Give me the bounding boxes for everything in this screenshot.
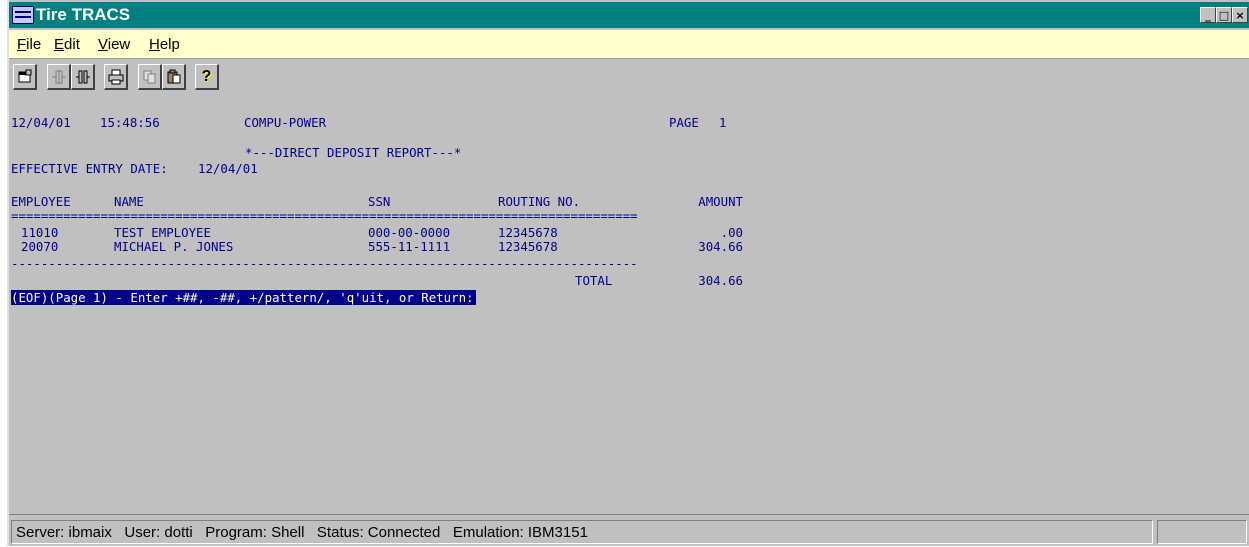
status-panel-secondary [1157,520,1247,544]
column-ssn: SSN [368,194,391,209]
effective-date: 12/04/01 [198,161,258,176]
menu-view[interactable]: View [98,36,130,53]
pager-prompt[interactable]: (EOF)(Page 1) - Enter +##, -##, +/patter… [11,290,476,305]
row-1-amount: .00 [720,225,743,240]
app-icon[interactable] [12,6,34,24]
status-text: Server: ibmaix User: dotti Program: Shel… [16,524,588,541]
row-2-amount: 304.66 [698,239,743,254]
maximize-button[interactable]: □ [1216,7,1232,23]
menu-edit[interactable]: Edit [54,36,80,53]
menu-bar: File Edit View Help [9,30,1249,59]
copy-icon[interactable] [138,64,162,90]
minimize-button[interactable]: _ [1200,7,1216,23]
effective-label: EFFECTIVE ENTRY DATE: [11,161,168,176]
close-button[interactable]: × [1232,7,1248,23]
menu-help[interactable]: Help [149,36,180,53]
disconnect-icon[interactable] [71,64,95,90]
status-bar: Server: ibmaix User: dotti Program: Shel… [9,514,1249,547]
report-date: 12/04/01 [11,115,71,130]
print-icon[interactable] [104,64,128,90]
toolbar: ? [9,60,1249,96]
row-2-routing: 12345678 [498,239,558,254]
row-1-employee: 11010 [21,225,59,240]
row-1-ssn: 000-00-0000 [368,225,451,240]
column-employee: EMPLOYEE [11,194,71,209]
report-time: 15:48:56 [100,115,160,130]
terminal-screen[interactable]: 12/04/01 15:48:56 COMPU-POWER PAGE 1 *--… [9,100,1249,510]
help-icon[interactable]: ? [195,64,219,90]
properties-icon[interactable] [13,64,37,90]
page-label: PAGE [669,115,699,130]
column-amount: AMOUNT [698,194,743,209]
report-company: COMPU-POWER [244,115,327,130]
column-name: NAME [114,194,144,209]
page-number: 1 [719,115,727,130]
title-bar[interactable]: Tire TRACS _ □ × [9,2,1249,28]
column-routing: ROUTING NO. [498,194,581,209]
double-rule: ========================================… [11,209,638,223]
report-title: *---DIRECT DEPOSIT REPORT---* [245,145,462,160]
status-panel: Server: ibmaix User: dotti Program: Shel… [11,520,1153,544]
total-amount: 304.66 [698,273,743,288]
connect-icon[interactable] [47,64,71,90]
row-2-employee: 20070 [21,239,59,254]
single-rule: ----------------------------------------… [11,257,638,271]
window-title: Tire TRACS [36,5,131,24]
paste-icon[interactable] [162,64,186,90]
menu-file[interactable]: File [17,36,41,53]
row-2-name: MICHAEL P. JONES [114,239,234,254]
total-label: TOTAL [575,273,613,288]
row-1-routing: 12345678 [498,225,558,240]
row-1-name: TEST EMPLOYEE [114,225,211,240]
row-2-ssn: 555-11-1111 [368,239,451,254]
application-window: Tire TRACS _ □ × File Edit View Help ? 1… [7,0,1249,546]
